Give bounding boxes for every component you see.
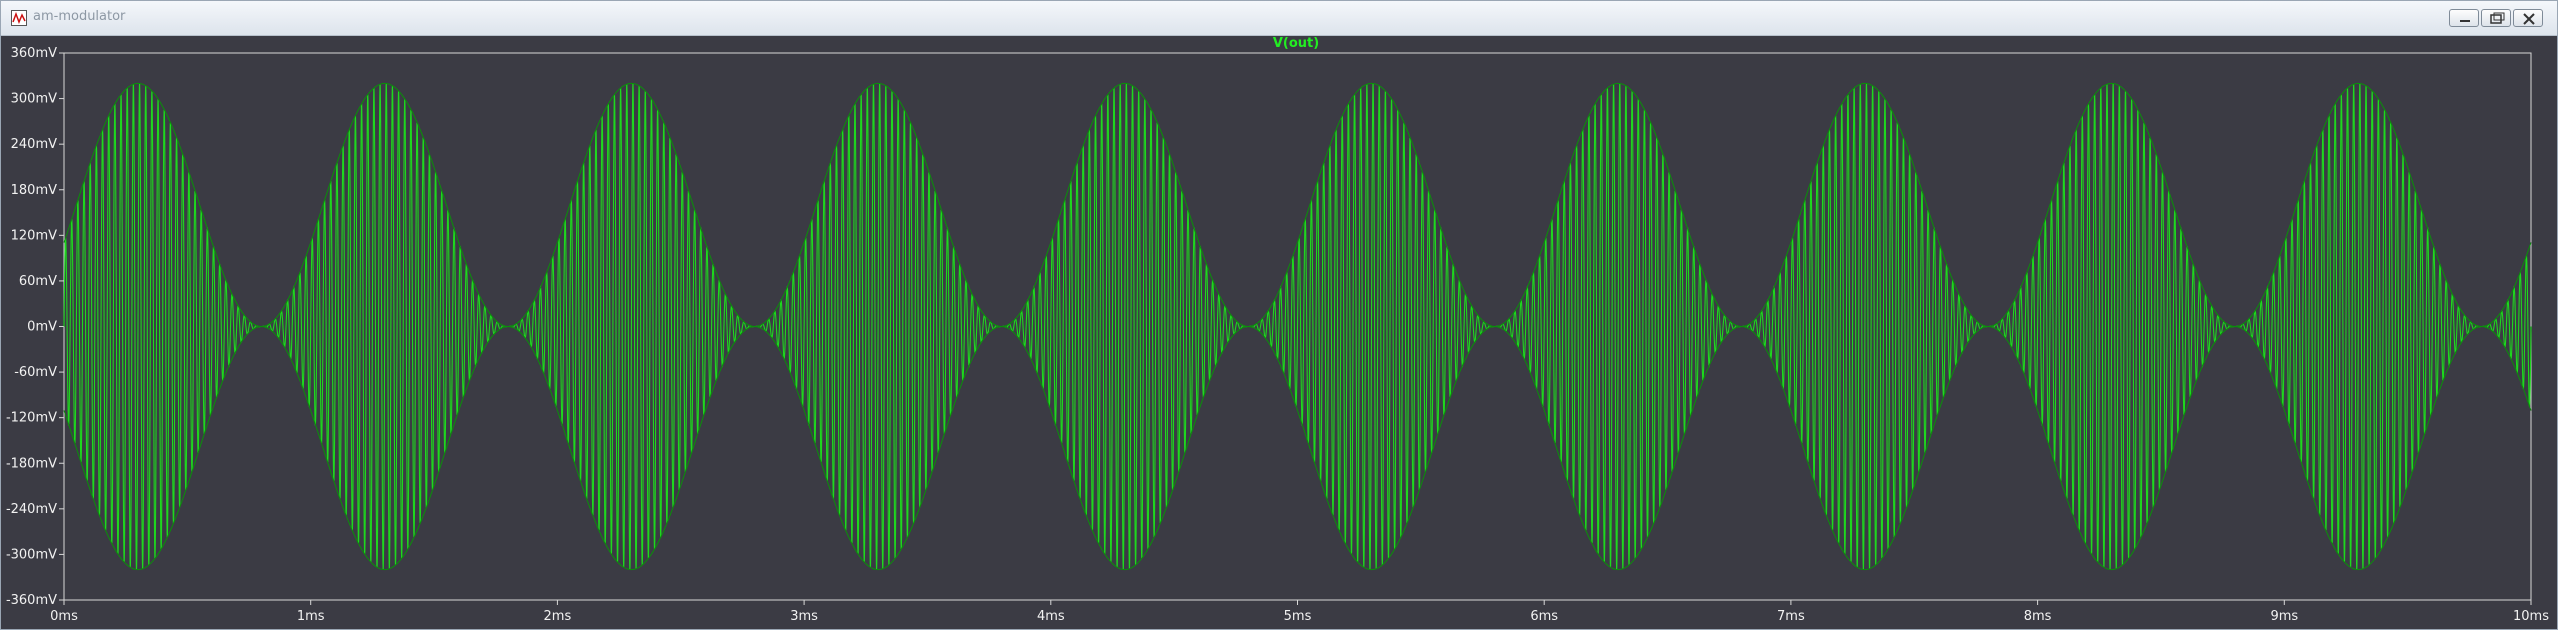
close-button[interactable] [2513, 9, 2543, 27]
trace-vout[interactable] [63, 83, 2532, 570]
waveform-icon [11, 10, 27, 26]
restore-button[interactable] [2481, 9, 2511, 27]
y-tick-label: 240mV [11, 137, 57, 152]
y-tick-label: -360mV [6, 593, 57, 608]
x-tick-label: 1ms [297, 609, 325, 624]
title-bar[interactable]: am-modulator [1, 1, 2557, 36]
x-tick-label: 0ms [50, 609, 78, 624]
window-title: am-modulator [33, 9, 126, 24]
minimize-button[interactable] [2449, 9, 2479, 27]
y-tick-label: 180mV [11, 183, 57, 198]
x-tick-label: 10ms [2513, 609, 2549, 624]
x-tick-label: 3ms [790, 609, 818, 624]
close-icon [2523, 13, 2535, 25]
y-tick-label: -240mV [6, 502, 57, 517]
x-tick-label: 7ms [1777, 609, 1805, 624]
x-tick-label: 6ms [1530, 609, 1558, 624]
y-tick-label: 60mV [19, 274, 57, 289]
y-tick-label: -120mV [6, 411, 57, 426]
x-tick-label: 2ms [544, 609, 572, 624]
y-tick-label: -180mV [6, 456, 57, 471]
minimize-icon [2460, 20, 2470, 22]
y-tick-label: -60mV [14, 365, 57, 380]
y-tick-label: 360mV [11, 46, 57, 61]
x-tick-label: 4ms [1037, 609, 1065, 624]
y-tick-label: 300mV [11, 92, 57, 107]
x-tick-label: 5ms [1284, 609, 1312, 624]
y-tick-label: -300mV [6, 547, 57, 562]
y-tick-label: 120mV [11, 228, 57, 243]
y-tick-label: 0mV [27, 320, 57, 335]
x-tick-label: 8ms [2024, 609, 2052, 624]
trace-label[interactable]: V(out) [1273, 36, 1319, 51]
x-tick-label: 9ms [2270, 609, 2298, 624]
restore-icon [2490, 12, 2505, 24]
waveform-plot[interactable]: V(out) 360mV 300mV 240mV 180mV 120mV 60mV 0mV -… [0, 35, 2556, 628]
